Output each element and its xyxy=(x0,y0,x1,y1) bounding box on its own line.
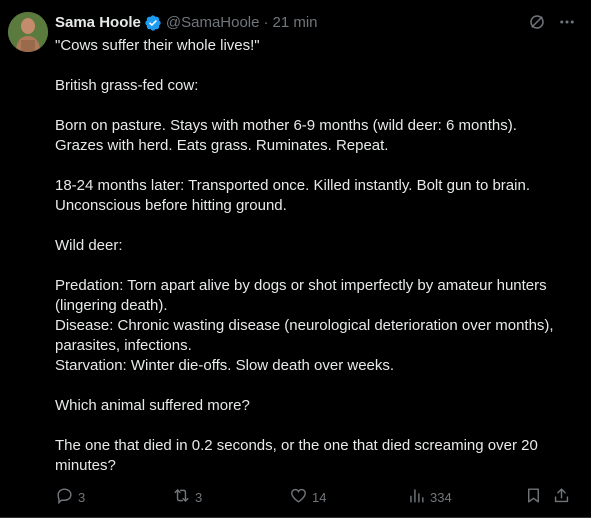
tweet-actions: 3 3 14 334 xyxy=(55,486,577,508)
tweet-line: "Cows suffer their whole lives!" xyxy=(55,37,260,54)
share-icon xyxy=(552,486,571,508)
timestamp[interactable]: 21 min xyxy=(272,13,317,33)
tweet-line: 18-24 months later: Transported once. Ki… xyxy=(55,177,530,194)
tweet-line: Disease: Chronic wasting disease (neurol… xyxy=(55,317,554,334)
tweet-line: British grass-fed cow: xyxy=(55,77,199,94)
tweet-line: Starvation: Winter die-offs. Slow death … xyxy=(55,357,395,374)
retweet-count: 3 xyxy=(195,489,203,505)
views-icon xyxy=(407,486,426,508)
tweet-line: Predation: Torn apart alive by dogs or s… xyxy=(55,277,547,294)
tweet-header: Sama Hoole @SamaHoole · 21 min xyxy=(55,12,318,34)
reply-count: 3 xyxy=(78,489,86,505)
more-icon[interactable] xyxy=(557,12,577,32)
tweet-line: The one that died in 0.2 seconds, or the… xyxy=(55,437,538,454)
tweet-line: Wild deer: xyxy=(55,237,123,254)
tweet-line: Born on pasture. Stays with mother 6-9 m… xyxy=(55,117,517,134)
bookmark-icon xyxy=(524,486,543,508)
share-button[interactable] xyxy=(552,486,571,508)
author-name[interactable]: Sama Hoole xyxy=(55,13,141,33)
tweet-line: Unconscious before hitting ground. xyxy=(55,197,287,214)
tweet-line: Grazes with herd. Eats grass. Ruminates.… xyxy=(55,137,389,154)
heart-icon xyxy=(289,486,308,508)
bookmark-button[interactable] xyxy=(524,486,543,508)
retweet-icon xyxy=(172,486,191,508)
top-actions xyxy=(527,12,577,32)
grok-icon[interactable] xyxy=(527,12,547,32)
tweet-line: parasites, infections. xyxy=(55,337,192,354)
retweet-button[interactable]: 3 xyxy=(172,486,202,508)
avatar[interactable] xyxy=(8,12,48,52)
tweet[interactable]: Sama Hoole @SamaHoole · 21 min "Cows suf… xyxy=(0,0,591,518)
tweet-line: (lingering death). xyxy=(55,297,168,314)
like-button[interactable]: 14 xyxy=(289,486,326,508)
views-button[interactable]: 334 xyxy=(407,486,452,508)
separator-dot: · xyxy=(263,14,269,31)
reply-button[interactable]: 3 xyxy=(55,486,85,508)
like-count: 14 xyxy=(312,489,327,505)
tweet-line: Which animal suffered more? xyxy=(55,397,250,414)
tweet-line: minutes? xyxy=(55,457,116,474)
tweet-text: "Cows suffer their whole lives!" British… xyxy=(55,36,580,476)
views-count: 334 xyxy=(430,489,452,505)
author-handle[interactable]: @SamaHoole xyxy=(166,13,260,33)
verified-badge-icon xyxy=(144,14,162,32)
reply-icon xyxy=(55,486,74,508)
